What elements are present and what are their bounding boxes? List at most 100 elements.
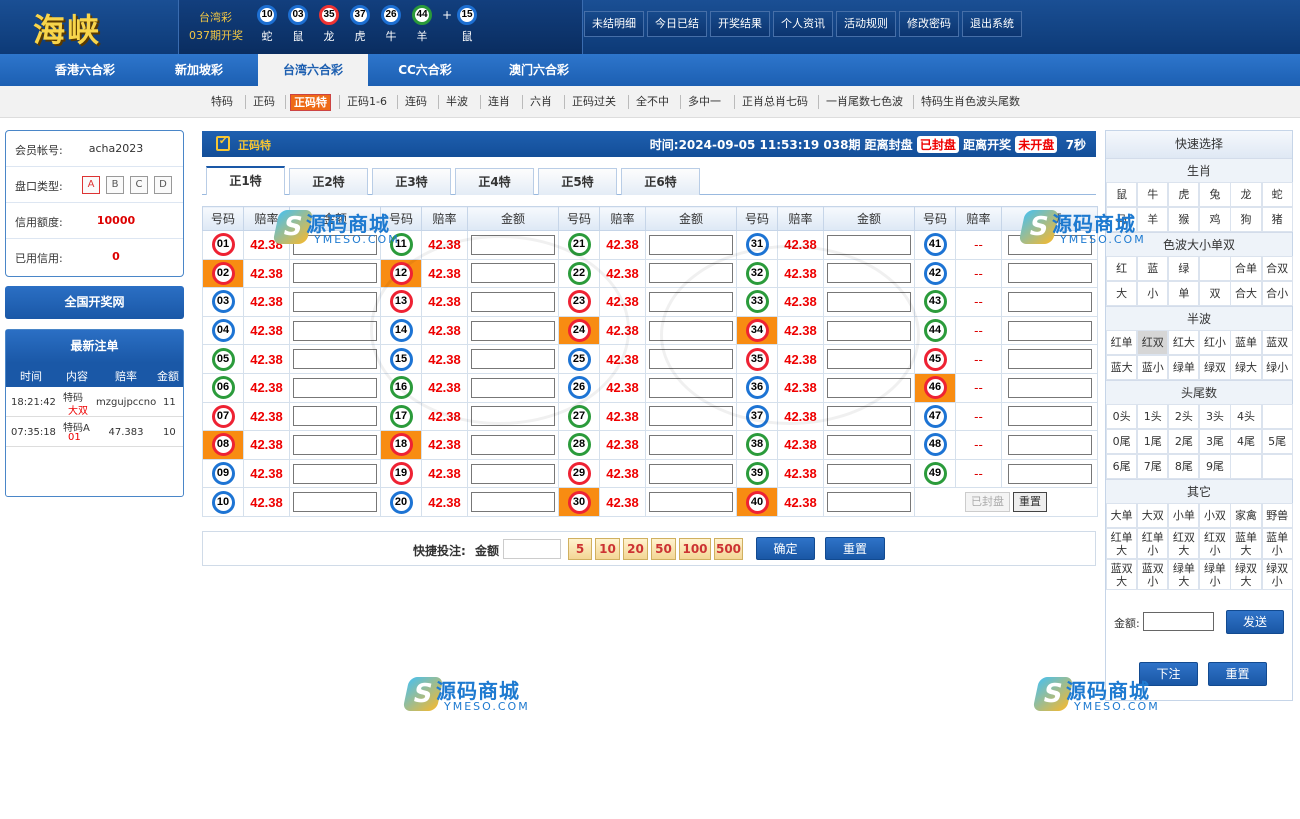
amount-input[interactable]	[471, 434, 555, 455]
amount-input[interactable]	[471, 320, 555, 341]
amount-input[interactable]	[293, 263, 377, 284]
quick-pick-item[interactable]: 3头	[1199, 404, 1231, 429]
amount-input[interactable]	[471, 406, 555, 427]
quick-pick-item[interactable]: 9尾	[1199, 454, 1231, 479]
number-cell[interactable]: 32	[736, 258, 778, 289]
number-cell[interactable]: 45	[914, 344, 956, 374]
amount-input[interactable]	[827, 320, 911, 341]
number-cell[interactable]: 08	[202, 430, 244, 460]
amount-input[interactable]	[827, 377, 911, 398]
lottery-tab-2[interactable]: 台湾六合彩	[258, 54, 368, 87]
quick-pick-item[interactable]: 大双	[1137, 503, 1169, 528]
amount-input[interactable]	[471, 377, 555, 398]
quick-pick-item[interactable]: 绿双大	[1230, 559, 1262, 590]
quick-pick-item[interactable]: 虎	[1168, 182, 1200, 207]
amount-input[interactable]	[293, 492, 377, 513]
amount-input[interactable]	[293, 406, 377, 427]
number-cell[interactable]: 46	[914, 372, 956, 403]
quick-pick-item[interactable]: 蓝双	[1261, 330, 1293, 355]
amount-input[interactable]	[649, 463, 733, 484]
place-bet-button[interactable]: 下注	[1139, 662, 1198, 686]
number-cell[interactable]: 06	[202, 372, 244, 403]
amount-input[interactable]	[649, 406, 733, 427]
lottery-tab-1[interactable]: 新加坡彩	[144, 54, 254, 86]
amount-input[interactable]	[827, 291, 911, 312]
quick-pick-item[interactable]: 蓝单大	[1230, 528, 1262, 559]
amount-input[interactable]	[649, 263, 733, 284]
position-tab-6[interactable]: 正6特	[621, 168, 700, 195]
quick-pick-item[interactable]: 5尾	[1261, 429, 1293, 454]
number-cell[interactable]: 07	[202, 401, 244, 432]
amount-input[interactable]	[1007, 349, 1092, 370]
quick-pick-item[interactable]: 蛇	[1261, 182, 1293, 207]
quick-pick-item[interactable]: 鼠	[1106, 182, 1138, 207]
top-nav-item-4[interactable]: 活动规则	[836, 11, 896, 37]
quick-chip-50[interactable]: 50	[651, 538, 676, 560]
quick-pick-item[interactable]: 大单	[1106, 503, 1138, 528]
amount-input[interactable]	[1007, 377, 1092, 398]
quick-pick-item[interactable]: 鸡	[1199, 207, 1231, 232]
amount-input[interactable]	[471, 349, 555, 370]
number-cell[interactable]: 30	[558, 487, 600, 517]
quick-pick-item[interactable]: 双	[1199, 281, 1231, 306]
amount-input[interactable]	[293, 377, 377, 398]
amount-input[interactable]	[649, 320, 733, 341]
amount-input[interactable]	[1007, 234, 1092, 255]
number-cell[interactable]: 36	[736, 372, 778, 403]
quick-pick-item[interactable]: 蓝	[1137, 256, 1169, 281]
quick-pick-item[interactable]: 蓝单	[1230, 330, 1262, 355]
quick-pick-item[interactable]: 绿	[1168, 256, 1200, 281]
number-cell[interactable]: 09	[202, 458, 244, 489]
quick-pick-item[interactable]: 红双大	[1168, 528, 1200, 559]
number-cell[interactable]: 37	[736, 401, 778, 432]
quick-pick-item[interactable]: 红单	[1106, 330, 1138, 355]
number-cell[interactable]: 05	[202, 344, 244, 374]
number-cell[interactable]: 26	[558, 372, 600, 403]
amount-input[interactable]	[827, 434, 911, 455]
quick-pick-amount-input[interactable]	[1143, 612, 1214, 631]
quick-pick-item[interactable]: 蓝单小	[1261, 528, 1293, 559]
number-cell[interactable]: 29	[558, 458, 600, 489]
position-tab-3[interactable]: 正3特	[372, 168, 451, 195]
quick-pick-item[interactable]: 小	[1137, 281, 1169, 306]
quick-chip-5[interactable]: 5	[568, 538, 592, 560]
pan-option-D[interactable]: D	[154, 176, 172, 194]
quick-pick-item[interactable]: 绿双小	[1261, 559, 1293, 590]
quick-bet-confirm-button[interactable]: 确定	[756, 537, 815, 560]
position-tab-1[interactable]: 正1特	[206, 166, 285, 195]
amount-input[interactable]	[293, 463, 377, 484]
number-cell[interactable]: 21	[558, 230, 600, 260]
number-cell[interactable]: 25	[558, 344, 600, 374]
play-type-5[interactable]: 半波	[443, 94, 471, 111]
play-type-11[interactable]: 正肖总肖七码	[739, 94, 811, 111]
play-type-6[interactable]: 连肖	[485, 94, 513, 111]
amount-input[interactable]	[293, 434, 377, 455]
quick-pick-item[interactable]: 蓝大	[1106, 355, 1138, 380]
quick-pick-item[interactable]: 兔	[1199, 182, 1231, 207]
quick-pick-item[interactable]: 猪	[1261, 207, 1293, 232]
quick-pick-item[interactable]: 单	[1168, 281, 1200, 306]
quick-pick-item[interactable]: 红双小	[1199, 528, 1231, 559]
play-type-13[interactable]: 特码生肖色波头尾数	[918, 94, 1023, 111]
quick-pick-item[interactable]: 小单	[1168, 503, 1200, 528]
amount-input[interactable]	[471, 234, 555, 255]
number-cell[interactable]: 33	[736, 287, 778, 317]
amount-input[interactable]	[649, 434, 733, 455]
number-cell[interactable]: 28	[558, 430, 600, 460]
quick-pick-item[interactable]: 绿单大	[1168, 559, 1200, 590]
quick-pick-item[interactable]: 蓝双小	[1137, 559, 1169, 590]
quick-bet-amount-input[interactable]	[503, 539, 561, 559]
amount-input[interactable]	[1007, 406, 1092, 427]
number-cell[interactable]: 35	[736, 344, 778, 374]
quick-pick-item[interactable]: 0尾	[1106, 429, 1138, 454]
play-type-0[interactable]: 特码	[208, 94, 236, 111]
quick-pick-item[interactable]: 红单小	[1137, 528, 1169, 559]
play-type-3[interactable]: 正码1-6	[344, 94, 390, 111]
number-cell[interactable]: 40	[736, 487, 778, 517]
number-cell[interactable]: 39	[736, 458, 778, 489]
number-cell[interactable]: 19	[380, 458, 422, 489]
quick-pick-item[interactable]: 4尾	[1230, 429, 1262, 454]
number-cell[interactable]: 16	[380, 372, 422, 403]
number-cell[interactable]: 44	[914, 315, 956, 346]
amount-input[interactable]	[1007, 263, 1092, 284]
